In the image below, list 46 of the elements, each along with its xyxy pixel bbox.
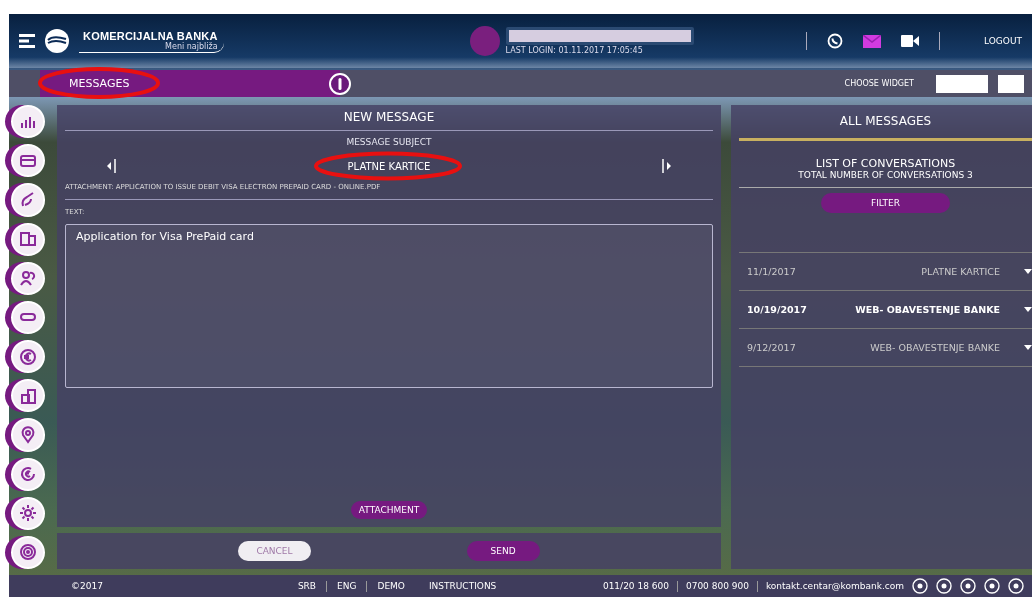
filter-button[interactable]: FILTER: [820, 193, 950, 213]
last-login-text: LAST LOGIN: 01.11.2017 17:05:45: [505, 46, 644, 55]
mail-icon[interactable]: [863, 34, 882, 48]
language-link[interactable]: DEMO: [377, 581, 405, 591]
devices-icon: [19, 230, 37, 249]
settings-icon: [19, 504, 37, 523]
conversation-count: TOTAL NUMBER OF CONVERSATIONS 3: [739, 170, 1032, 188]
target-icon: [19, 543, 37, 562]
next-arrow-icon[interactable]: [661, 157, 673, 175]
choose-widget-label: CHOOSE WIDGET: [844, 79, 914, 88]
widget-select[interactable]: [936, 74, 988, 93]
send-button[interactable]: SEND: [466, 541, 540, 561]
widget-select[interactable]: [998, 74, 1024, 93]
logout-button[interactable]: LOGOUT: [984, 36, 1022, 46]
bank-name: KOMERCIJALNA BANKA: [83, 29, 218, 42]
caret-icon: [1024, 268, 1032, 275]
language-link[interactable]: SRB: [297, 581, 317, 591]
bank-logo-icon: [45, 29, 69, 53]
phone-number: 011/20 18 600: [602, 581, 669, 591]
people-icon: [19, 269, 37, 288]
attachment-button[interactable]: ATTACHMENT: [350, 501, 428, 519]
email-link[interactable]: kontakt.centar@kombank.com: [765, 581, 904, 591]
info-icon[interactable]: [329, 72, 351, 95]
menu-icon[interactable]: [19, 34, 35, 48]
list-title: LIST OF CONVERSATIONS: [814, 157, 957, 170]
instructions-link[interactable]: INSTRUCTIONS: [428, 581, 497, 591]
subject-value: PLATNE KARTICE: [347, 160, 431, 172]
panel-title: NEW MESSAGE: [65, 105, 713, 131]
previous-arrow-icon[interactable]: [105, 157, 117, 175]
conversation-row[interactable]: 9/12/2017 WEB- OBAVESTENJE BANKE: [739, 329, 1032, 367]
message-text-field[interactable]: Application for Visa PrePaid card: [65, 224, 713, 388]
phone-number: 0700 800 900: [685, 581, 749, 591]
avatar: [469, 26, 500, 56]
subject-label: MESSAGE SUBJECT: [345, 136, 433, 149]
widget-title: MESSAGES: [68, 77, 130, 90]
caret-icon: [1024, 306, 1032, 313]
location-pin-icon: [19, 425, 37, 444]
phone-chat-icon[interactable]: [827, 33, 844, 49]
caret-icon: [1024, 344, 1032, 351]
panel-title: ALL MESSAGES: [739, 105, 1032, 141]
language-link[interactable]: ENG: [337, 581, 357, 591]
bank-slogan: Meni najbliža: [165, 41, 218, 51]
conversation-row[interactable]: 11/1/2017 PLATNE KARTICE: [739, 253, 1032, 291]
conversation-row[interactable]: 10/19/2017 WEB- OBAVESTENJE BANKE: [739, 291, 1032, 329]
video-camera-icon[interactable]: [901, 35, 920, 47]
copyright-text: ©2017: [71, 581, 103, 591]
